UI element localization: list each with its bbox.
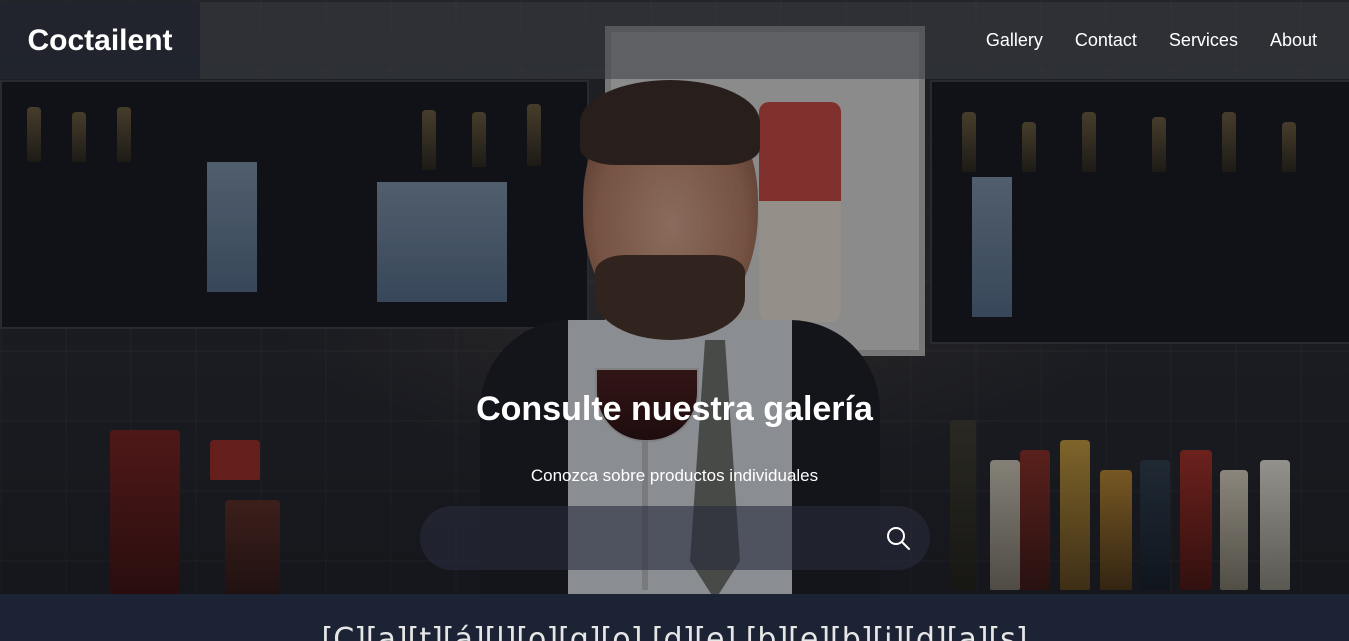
hero-subtitle: Conozca sobre productos individuales (530, 466, 819, 485)
hero-dark-overlay (0, 0, 1349, 594)
nav-link-about[interactable]: About (1270, 30, 1317, 51)
search-icon (887, 527, 910, 550)
catalog-section: [C][a][t][á][l][o][g][o] [d][e] [b][e][b… (0, 594, 1349, 641)
search-bar (420, 506, 930, 570)
catalog-title: [C][a][t][á][l][o][g][o] [d][e] [b][e][b… (321, 622, 1028, 641)
search-input[interactable] (444, 518, 868, 560)
nav-link-contact[interactable]: Contact (1075, 30, 1137, 51)
brand-logo[interactable]: Coctailent (0, 2, 200, 79)
search-button[interactable] (878, 518, 918, 558)
nav-link-services[interactable]: Services (1169, 30, 1238, 51)
top-navbar: Coctailent Gallery Contact Services Abou… (0, 2, 1349, 79)
hero-title: Consulte nuestra galería (476, 390, 873, 428)
nav-links: Gallery Contact Services About (986, 2, 1317, 79)
nav-link-gallery[interactable]: Gallery (986, 30, 1043, 51)
hero-section: Coctailent Gallery Contact Services Abou… (0, 0, 1349, 594)
